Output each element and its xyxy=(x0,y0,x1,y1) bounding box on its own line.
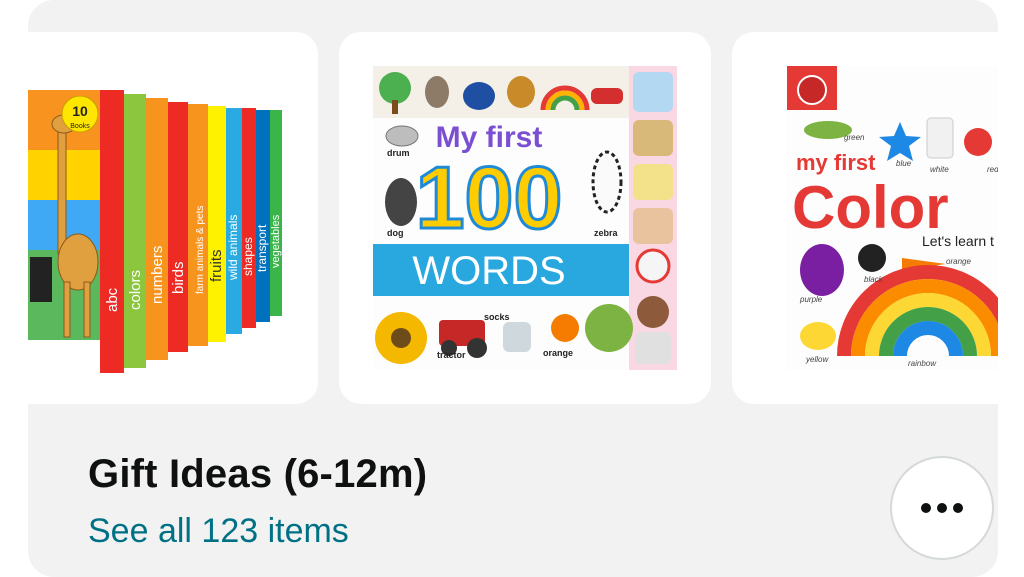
cover-title-bottom: WORDS xyxy=(412,249,565,293)
product-tile-100-words[interactable]: My first 100 WORDS drum dog zebra tracto… xyxy=(339,32,711,404)
spine-wild-animals: wild animals xyxy=(226,215,240,281)
gift-list-card: 10 Books abc colors numbers birds farm a… xyxy=(28,0,998,577)
see-all-link[interactable]: See all 123 items xyxy=(88,512,349,551)
label-yellow: yellow xyxy=(805,355,829,364)
label-purple: purple xyxy=(799,295,823,304)
spine-shapes: shapes xyxy=(241,237,255,276)
label-white: white xyxy=(930,165,949,174)
product-tile-boxed-set[interactable]: 10 Books abc colors numbers birds farm a… xyxy=(28,32,318,404)
spine-birds: birds xyxy=(170,261,187,294)
label-orange: orange xyxy=(543,348,573,358)
label-orange: orange xyxy=(946,257,971,266)
label-red: red xyxy=(987,165,998,174)
spine-transport: transport xyxy=(255,224,269,272)
label-dog: dog xyxy=(387,228,404,238)
spine-colors: colors xyxy=(127,270,144,310)
colors-subtitle: Let's learn t xyxy=(922,233,994,249)
more-horizontal-icon xyxy=(937,503,947,513)
books-count-unit: Books xyxy=(70,123,90,130)
spine-farm-animals: farm animals & pets xyxy=(195,206,206,294)
label-tractor: tractor xyxy=(437,350,466,360)
label-zebra: zebra xyxy=(594,228,619,238)
100-words-cover-image: My first 100 WORDS drum dog zebra tracto… xyxy=(373,66,677,370)
colors-cover-image: my first Color Let's learn t green blue … xyxy=(787,66,998,370)
list-title: Gift Ideas (6-12m) xyxy=(88,452,428,496)
boxed-set-cover-image: 10 Books abc colors numbers birds farm a… xyxy=(28,90,282,373)
label-black: black xyxy=(864,275,884,284)
label-drum: drum xyxy=(387,148,410,158)
cover-title-number: 100 xyxy=(416,148,563,247)
colors-title-main: Color xyxy=(792,174,949,241)
product-tile-colors[interactable]: my first Color Let's learn t green blue … xyxy=(732,32,998,404)
product-carousel[interactable]: 10 Books abc colors numbers birds farm a… xyxy=(28,0,998,420)
spine-numbers: numbers xyxy=(149,246,166,304)
more-horizontal-icon xyxy=(953,503,963,513)
spine-fruits: fruits xyxy=(208,249,225,282)
spine-vegetables: vegetables xyxy=(270,214,282,268)
label-blue: blue xyxy=(896,159,912,168)
label-rainbow: rainbow xyxy=(908,359,937,368)
more-horizontal-icon xyxy=(921,503,931,513)
books-count-badge: 10 xyxy=(72,103,88,119)
spine-abc: abc xyxy=(104,287,121,312)
more-options-button[interactable] xyxy=(890,456,994,560)
colors-title-top: my first xyxy=(796,150,876,175)
label-green: green xyxy=(844,133,865,142)
label-socks: socks xyxy=(484,312,510,322)
